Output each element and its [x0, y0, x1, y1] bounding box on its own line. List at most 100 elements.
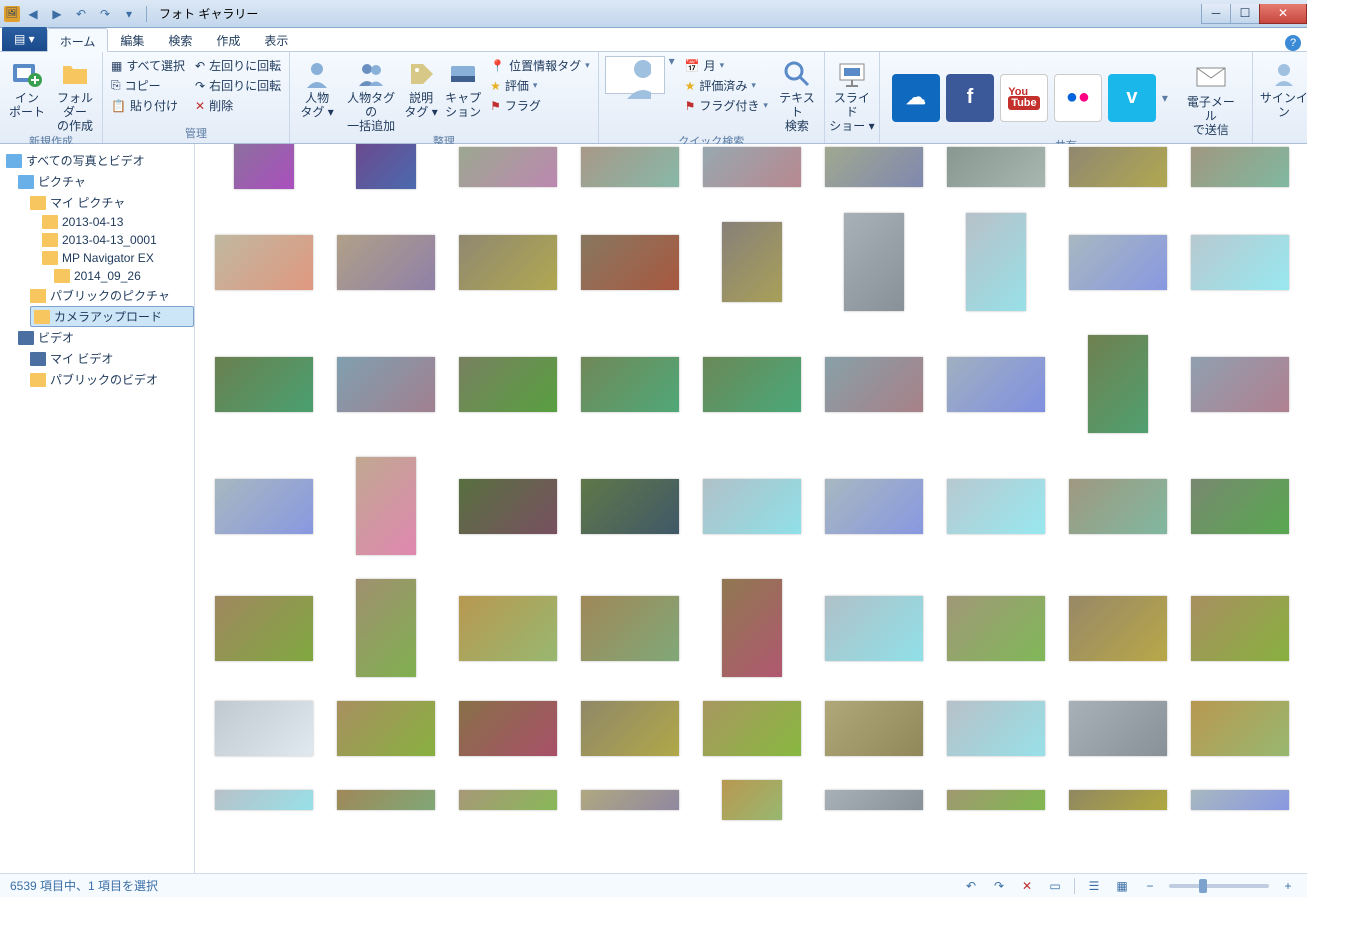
thumbnail[interactable] [215, 335, 313, 433]
thumbnail[interactable] [703, 701, 801, 756]
tree-public-videos[interactable]: パブリックのビデオ [0, 369, 194, 390]
share-more-button[interactable]: ▾ [1162, 91, 1176, 105]
nav-back[interactable]: ◀ [22, 4, 44, 24]
thumbnail[interactable] [581, 579, 679, 677]
thumbnail[interactable] [947, 701, 1045, 756]
thumbnail[interactable] [825, 213, 923, 311]
qat-more[interactable]: ▾ [118, 4, 140, 24]
thumbnail[interactable] [1069, 701, 1167, 756]
thumbnail[interactable] [337, 335, 435, 433]
thumbnail[interactable] [581, 213, 679, 311]
thumbnail[interactable] [581, 457, 679, 555]
slideshow-sb-button[interactable]: ▭ [1046, 877, 1064, 895]
thumbnail[interactable] [947, 213, 1045, 311]
thumbnail[interactable] [459, 579, 557, 677]
thumbnail[interactable] [215, 213, 313, 311]
thumbnail[interactable] [337, 780, 435, 820]
thumbnail[interactable] [1069, 144, 1167, 189]
thumbnail[interactable] [825, 144, 923, 189]
skydrive-share-button[interactable]: ☁ [892, 74, 940, 122]
thumbnail[interactable] [1191, 335, 1289, 433]
people-filter-button[interactable] [605, 56, 665, 94]
import-button[interactable]: イン ポート [4, 54, 50, 120]
thumbnail[interactable] [947, 335, 1045, 433]
thumbnail[interactable] [215, 579, 313, 677]
help-icon[interactable]: ? [1285, 35, 1301, 51]
tab-create[interactable]: 作成 [204, 27, 252, 51]
thumbnail[interactable] [825, 335, 923, 433]
tab-home[interactable]: ホーム [47, 28, 109, 52]
thumbnail[interactable] [1069, 335, 1167, 433]
thumbnail[interactable] [703, 457, 801, 555]
tree-folder-1[interactable]: 2013-04-13 [0, 213, 194, 231]
thumbnail[interactable] [703, 335, 801, 433]
tree-all-photos[interactable]: すべての写真とビデオ [0, 150, 194, 171]
thumbnail[interactable] [581, 144, 679, 189]
thumbnail[interactable] [947, 780, 1045, 820]
tree-camera-upload[interactable]: カメラアップロード [30, 306, 194, 327]
thumbnail[interactable] [1191, 579, 1289, 677]
thumbnail[interactable] [1191, 780, 1289, 820]
thumbnail[interactable] [1069, 780, 1167, 820]
nav-undo[interactable]: ↶ [70, 4, 92, 24]
rotate-right-sb-button[interactable]: ↷ [990, 877, 1008, 895]
tree-folder-4[interactable]: 2014_09_26 [0, 267, 194, 285]
slideshow-button[interactable]: スライド ショー ▾ [829, 54, 875, 133]
tree-videos[interactable]: ビデオ [0, 327, 194, 348]
vimeo-share-button[interactable]: v [1108, 74, 1156, 122]
thumbnail[interactable] [581, 701, 679, 756]
rotate-left-sb-button[interactable]: ↶ [962, 877, 980, 895]
thumbnail[interactable] [825, 457, 923, 555]
youtube-share-button[interactable]: YouTube [1000, 74, 1048, 122]
delete-sb-button[interactable]: ✕ [1018, 877, 1036, 895]
caption-button[interactable]: キャプ ション [442, 54, 484, 120]
details-view-button[interactable]: ☰ [1085, 877, 1103, 895]
thumbnail[interactable] [459, 335, 557, 433]
new-folder-button[interactable]: フォルダー の作成 [52, 54, 98, 133]
rotate-right-button[interactable]: ↷右回りに回転 [191, 76, 285, 95]
thumbnail[interactable] [1191, 701, 1289, 756]
month-filter-button[interactable]: 📅月 [681, 56, 772, 75]
thumbnail[interactable] [703, 213, 801, 311]
thumbnail[interactable] [703, 144, 801, 189]
select-all-button[interactable]: ▦すべて選択 [107, 56, 189, 75]
thumbnail[interactable] [581, 780, 679, 820]
thumbnail[interactable] [1191, 144, 1289, 189]
maximize-button[interactable]: ☐ [1230, 4, 1260, 24]
rotate-left-button[interactable]: ↶左回りに回転 [191, 56, 285, 75]
thumbnail[interactable] [581, 335, 679, 433]
thumbnail[interactable] [1191, 457, 1289, 555]
tab-search[interactable]: 検索 [156, 27, 204, 51]
thumbnail[interactable] [825, 701, 923, 756]
tree-public-pictures[interactable]: パブリックのピクチャ [0, 285, 194, 306]
thumbs-view-button[interactable]: ▦ [1113, 877, 1131, 895]
facebook-share-button[interactable]: f [946, 74, 994, 122]
thumbnail[interactable] [337, 457, 435, 555]
rated-filter-button[interactable]: ★評価済み [681, 76, 772, 95]
thumbnail[interactable] [947, 579, 1045, 677]
thumbnail[interactable] [459, 701, 557, 756]
paste-button[interactable]: 📋貼り付け [107, 96, 189, 115]
geo-tag-button[interactable]: 📍位置情報タグ [486, 56, 594, 75]
people-filter-dropdown[interactable]: ▾ [669, 54, 679, 68]
thumbnail[interactable] [703, 780, 801, 820]
thumbnail-grid[interactable] [195, 144, 1307, 873]
tree-mypictures[interactable]: マイ ピクチャ [0, 192, 194, 213]
text-search-button[interactable]: テキスト 検索 [774, 54, 820, 133]
delete-button[interactable]: ✕削除 [191, 96, 285, 115]
thumbnail[interactable] [459, 213, 557, 311]
tree-myvideos[interactable]: マイ ビデオ [0, 348, 194, 369]
thumbnail[interactable] [459, 780, 557, 820]
tree-pictures[interactable]: ピクチャ [0, 171, 194, 192]
thumbnail[interactable] [337, 701, 435, 756]
nav-forward[interactable]: ▶ [46, 4, 68, 24]
thumbnail[interactable] [337, 213, 435, 311]
thumbnail[interactable] [337, 579, 435, 677]
close-button[interactable]: ✕ [1259, 4, 1307, 24]
thumbnail[interactable] [1069, 579, 1167, 677]
copy-button[interactable]: ⎘コピー [107, 76, 189, 95]
flag-button[interactable]: ⚑フラグ [486, 96, 594, 115]
zoom-in-button[interactable]: + [1279, 877, 1297, 895]
thumbnail[interactable] [215, 457, 313, 555]
nav-redo[interactable]: ↷ [94, 4, 116, 24]
